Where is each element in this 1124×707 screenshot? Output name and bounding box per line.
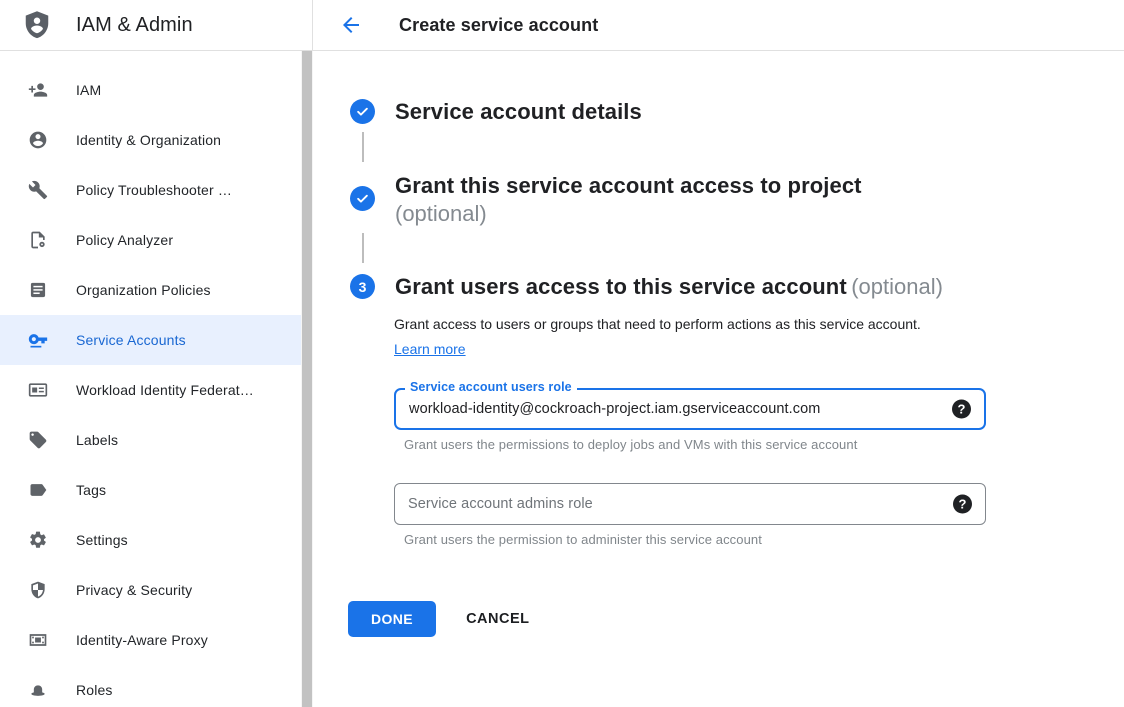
sidebar-item-label: IAM bbox=[76, 82, 101, 98]
sidebar-item-label: Workload Identity Federat… bbox=[76, 382, 254, 398]
sidebar-item-labels[interactable]: Labels bbox=[0, 415, 313, 465]
sidebar-scrollbar-thumb[interactable] bbox=[302, 51, 312, 707]
gear-icon bbox=[28, 530, 48, 550]
identity-card-icon bbox=[28, 380, 48, 400]
help-icon[interactable]: ? bbox=[952, 400, 971, 419]
tag-icon bbox=[28, 430, 48, 450]
main-content: Create service account Service account d… bbox=[313, 0, 1124, 707]
document-analyzer-icon bbox=[28, 230, 48, 250]
sidebar-item-organization-policies[interactable]: Organization Policies bbox=[0, 265, 313, 315]
admins-role-helper-text: Grant users the permission to administer… bbox=[404, 532, 1124, 547]
step-title: Grant this service account access to pro… bbox=[395, 170, 862, 201]
step-service-account-details[interactable]: Service account details bbox=[313, 96, 1124, 127]
sidebar-item-label: Identity-Aware Proxy bbox=[76, 632, 208, 648]
step-title: Grant users access to this service accou… bbox=[395, 274, 847, 299]
hat-icon bbox=[28, 680, 48, 700]
sidebar-item-roles[interactable]: Roles bbox=[0, 665, 313, 707]
sidebar-item-iam[interactable]: IAM bbox=[0, 65, 313, 115]
step-grant-access-to-project[interactable]: Grant this service account access to pro… bbox=[313, 170, 1124, 227]
sidebar-item-identity-aware-proxy[interactable]: Identity-Aware Proxy bbox=[0, 615, 313, 665]
sidebar-item-label: Identity & Organization bbox=[76, 132, 221, 148]
sidebar-header: IAM & Admin bbox=[0, 0, 313, 51]
service-account-admins-role-field: ? bbox=[394, 483, 986, 525]
step3-content: Grant access to users or groups that nee… bbox=[394, 312, 1124, 637]
step-connector bbox=[362, 132, 364, 162]
service-account-key-icon bbox=[28, 330, 48, 350]
sidebar-item-label: Tags bbox=[76, 482, 106, 498]
label-icon bbox=[28, 480, 48, 500]
sidebar-item-label: Privacy & Security bbox=[76, 582, 192, 598]
page-header: Create service account bbox=[313, 0, 1124, 51]
step-number: 3 bbox=[359, 279, 367, 295]
sidebar-scrollbar-track[interactable] bbox=[301, 51, 313, 707]
step-connector bbox=[362, 233, 364, 263]
service-account-users-role-input[interactable] bbox=[396, 390, 984, 428]
step-optional-label: (optional) bbox=[851, 274, 943, 299]
description-text: Grant access to users or groups that nee… bbox=[394, 316, 921, 332]
sidebar-item-service-accounts[interactable]: Service Accounts bbox=[0, 315, 313, 365]
sidebar-item-privacy-security[interactable]: Privacy & Security bbox=[0, 565, 313, 615]
form-actions: DONE CANCEL bbox=[348, 601, 1124, 637]
sidebar-item-label: Roles bbox=[76, 682, 113, 698]
iam-admin-console: IAM & Admin IAM Identity & Organization bbox=[0, 0, 1124, 707]
service-account-users-role-field: Service account users role ? bbox=[394, 388, 986, 430]
iam-shield-icon bbox=[22, 9, 52, 41]
step-complete-check-icon bbox=[350, 186, 375, 211]
document-lines-icon bbox=[28, 280, 48, 300]
sidebar-nav: IAM Identity & Organization Policy Troub… bbox=[0, 51, 313, 707]
sidebar-item-tags[interactable]: Tags bbox=[0, 465, 313, 515]
back-arrow-button[interactable] bbox=[337, 11, 365, 39]
done-button[interactable]: DONE bbox=[348, 601, 436, 637]
sidebar-item-label: Labels bbox=[76, 432, 118, 448]
step3-description: Grant access to users or groups that nee… bbox=[394, 312, 946, 362]
step-title: Service account details bbox=[395, 99, 642, 124]
sidebar-item-label: Settings bbox=[76, 532, 128, 548]
sidebar-item-identity-organization[interactable]: Identity & Organization bbox=[0, 115, 313, 165]
sidebar-item-settings[interactable]: Settings bbox=[0, 515, 313, 565]
sidebar: IAM & Admin IAM Identity & Organization bbox=[0, 0, 313, 707]
step-complete-check-icon bbox=[350, 99, 375, 124]
app-title: IAM & Admin bbox=[76, 14, 193, 37]
account-circle-icon bbox=[28, 130, 48, 150]
person-add-icon bbox=[28, 80, 48, 100]
field-floating-label: Service account users role bbox=[405, 380, 577, 394]
step-number-badge: 3 bbox=[350, 274, 375, 299]
service-account-admins-role-input[interactable] bbox=[395, 484, 985, 524]
step-optional-label: (optional) bbox=[395, 201, 862, 227]
step-grant-users-access[interactable]: 3 Grant users access to this service acc… bbox=[313, 271, 1124, 302]
sidebar-item-label: Service Accounts bbox=[76, 332, 186, 348]
learn-more-link[interactable]: Learn more bbox=[394, 341, 466, 357]
shield-half-icon bbox=[28, 580, 48, 600]
help-icon[interactable]: ? bbox=[953, 495, 972, 514]
sidebar-item-label: Organization Policies bbox=[76, 282, 211, 298]
sidebar-item-label: Policy Analyzer bbox=[76, 232, 173, 248]
cancel-button[interactable]: CANCEL bbox=[466, 611, 529, 627]
sidebar-item-policy-troubleshooter[interactable]: Policy Troubleshooter … bbox=[0, 165, 313, 215]
wrench-icon bbox=[28, 180, 48, 200]
users-role-helper-text: Grant users the permissions to deploy jo… bbox=[404, 437, 1124, 452]
arrow-left-icon bbox=[339, 13, 363, 37]
sidebar-item-policy-analyzer[interactable]: Policy Analyzer bbox=[0, 215, 313, 265]
page-title: Create service account bbox=[399, 15, 598, 36]
sidebar-item-label: Policy Troubleshooter … bbox=[76, 182, 232, 198]
proxy-filmstrip-icon bbox=[28, 630, 48, 650]
sidebar-item-workload-identity-federation[interactable]: Workload Identity Federat… bbox=[0, 365, 313, 415]
